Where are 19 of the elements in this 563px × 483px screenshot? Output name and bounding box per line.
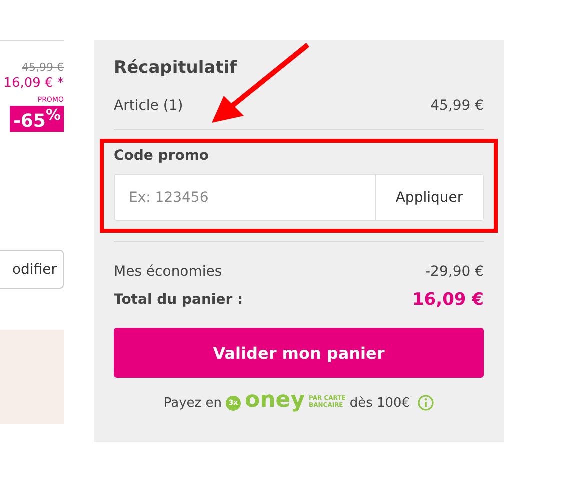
apply-button[interactable]: Appliquer xyxy=(375,175,483,220)
info-icon[interactable] xyxy=(418,395,434,411)
modify-button[interactable]: odifier xyxy=(0,250,64,289)
article-price: 45,99 € xyxy=(430,98,484,114)
installments-text: Payez en xyxy=(164,396,222,410)
summary-title: Récapitulatif xyxy=(114,58,238,78)
savings-label: Mes économies xyxy=(114,264,222,280)
old-price: 45,99 € xyxy=(22,61,64,74)
discount-badge: -65$^{%}$ xyxy=(10,106,64,132)
savings-value: -29,90 € xyxy=(426,264,484,280)
total-value: 16,09 € xyxy=(412,290,484,310)
checkout-button[interactable]: Valider mon panier xyxy=(114,328,484,378)
article-label: Article (1) xyxy=(114,98,184,114)
promo-code-label: Code promo xyxy=(114,148,210,164)
sale-price: 16,09 € * xyxy=(4,76,64,91)
total-label: Total du panier : xyxy=(114,292,244,308)
installments-threshold: dès 100€ xyxy=(350,396,410,410)
brand-logo-text: oney xyxy=(245,390,306,412)
promo-code-field[interactable]: Ex: 123456 Appliquer xyxy=(114,174,484,221)
